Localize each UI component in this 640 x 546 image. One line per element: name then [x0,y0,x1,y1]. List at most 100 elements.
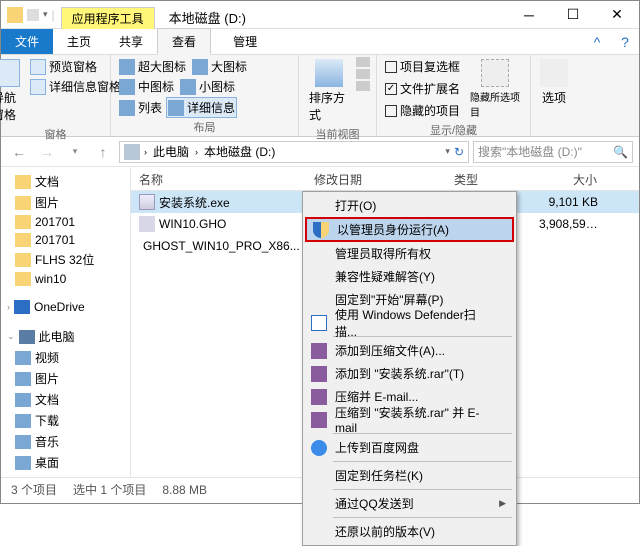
rar-icon [311,412,327,428]
hide-selected-button[interactable]: 隐藏所选项目 [466,57,524,121]
xlarge-icon [119,59,135,75]
tree-item[interactable]: 图片 [1,192,130,213]
layout-list[interactable]: 列表 [117,97,164,118]
address-box[interactable]: › 此电脑 › 本地磁盘 (D:) ▾ ↻ [119,141,469,163]
forward-button[interactable]: → [35,140,59,164]
col-type[interactable]: 类型 [446,167,531,190]
medium-icon [119,79,135,95]
qat-separator: | [52,8,55,22]
add-col-icon[interactable] [356,69,370,79]
tree-item[interactable]: 文档 [1,171,130,192]
ctx-run-as-admin[interactable]: 以管理员身份运行(A) [305,217,514,242]
ctx-pin-taskbar[interactable]: 固定到任务栏(K) [305,464,514,487]
desktop-icon [15,456,31,470]
search-icon[interactable]: 🔍 [613,145,628,159]
layout-medium[interactable]: 中图标 [117,77,176,96]
tree-thispc[interactable]: ⌄此电脑 [1,326,130,347]
tab-share[interactable]: 共享 [105,29,157,54]
gho-icon [139,216,155,232]
pc-icon [19,330,35,344]
chevron-right-icon[interactable]: › [144,147,147,157]
tab-view[interactable]: 查看 [157,28,211,55]
rar-icon [311,389,327,405]
options-button[interactable]: 选项 [536,57,572,108]
collapse-icon[interactable]: ⌄ [7,331,15,342]
back-button[interactable]: ← [7,140,31,164]
ctx-admin-ownership[interactable]: 管理员取得所有权 [305,242,514,265]
video-icon [15,351,31,365]
col-name[interactable]: 名称 [131,167,306,190]
nav-pane-button[interactable]: 导航窗格 [0,57,24,125]
addr-dropdown-icon[interactable]: ▾ [445,146,450,157]
sort-button[interactable]: 排序方式 [305,57,352,125]
search-input[interactable]: 搜索"本地磁盘 (D:)" 🔍 [473,141,633,163]
preview-pane-button[interactable]: 预览窗格 [28,57,123,76]
tree-item[interactable]: 音乐 [1,431,130,452]
options-icon [540,59,568,87]
hide-label: 隐藏所选项目 [470,89,520,119]
tree-item[interactable]: win10 [1,270,130,288]
ctx-troubleshoot[interactable]: 兼容性疑难解答(Y) [305,265,514,288]
download-icon [15,414,31,428]
minimize-button[interactable]: ─ [507,1,551,29]
pics-icon [15,372,31,386]
col-size[interactable]: 大小 [531,167,606,190]
status-size: 8.88 MB [162,483,207,497]
tree-item[interactable]: 下载 [1,410,130,431]
col-date[interactable]: 修改日期 [306,167,446,190]
file-ext-toggle[interactable]: ✓文件扩展名 [383,79,462,98]
recent-dropdown[interactable]: ▾ [63,140,87,164]
large-icon [192,59,208,75]
ctx-rar-email[interactable]: 压缩到 "安装系统.rar" 并 E-mail [305,408,514,431]
layout-large[interactable]: 大图标 [190,57,249,76]
ctx-restore[interactable]: 还原以前的版本(V) [305,520,514,543]
tab-home[interactable]: 主页 [53,29,105,54]
tree-cdrive[interactable]: 本地磁盘 (C:) [1,473,130,477]
checkbox-checked-icon: ✓ [385,83,397,95]
tree-onedrive[interactable]: ›OneDrive [1,298,130,316]
shield-icon [313,222,329,238]
ctx-baidu[interactable]: 上传到百度网盘 [305,436,514,459]
small-icon [180,79,196,95]
group-by-icon[interactable] [356,57,370,67]
layout-xlarge[interactable]: 超大图标 [117,57,188,76]
ctx-add-rar[interactable]: 添加到 "安装系统.rar"(T) [305,362,514,385]
up-button[interactable]: ↑ [91,140,115,164]
breadcrumb-pc[interactable]: 此电脑 [151,143,191,160]
nav-tree[interactable]: 文档 图片 201701 201701 FLHS 32位 win10 ›OneD… [1,167,131,477]
item-checkbox-toggle[interactable]: 项目复选框 [383,57,462,76]
expand-icon[interactable]: › [7,302,10,312]
tab-manage[interactable]: 管理 [219,29,271,54]
ribbon-collapse-icon[interactable]: ? [611,28,639,56]
title-bar: ▾ | 应用程序工具 本地磁盘 (D:) ─ ☐ ✕ [1,1,639,29]
tree-item[interactable]: 视频 [1,347,130,368]
ctx-defender[interactable]: 使用 Windows Defender扫描... [305,311,514,334]
refresh-icon[interactable]: ↻ [454,145,464,159]
disk-icon [15,477,31,478]
list-icon [119,100,135,116]
context-tab-tools[interactable]: 应用程序工具 [61,7,155,29]
qat-dropdown-icon[interactable]: ▾ [43,9,48,20]
tree-item[interactable]: FLHS 32位 [1,249,130,270]
tree-item[interactable]: 图片 [1,368,130,389]
qat-item[interactable] [27,9,39,21]
hidden-items-toggle[interactable]: 隐藏的项目 [383,101,462,120]
breadcrumb-drive[interactable]: 本地磁盘 (D:) [202,143,277,160]
ctx-add-archive[interactable]: 添加到压缩文件(A)... [305,339,514,362]
maximize-button[interactable]: ☐ [551,1,595,29]
layout-group-label: 布局 [194,118,216,135]
layout-details[interactable]: 详细信息 [166,97,237,118]
tree-item[interactable]: 201701 [1,213,130,231]
folder-icon [15,253,31,267]
tree-item[interactable]: 文档 [1,389,130,410]
detail-pane-button[interactable]: 详细信息窗格 [28,77,123,96]
tab-file[interactable]: 文件 [1,29,53,54]
close-button[interactable]: ✕ [595,1,639,29]
layout-small[interactable]: 小图标 [178,77,237,96]
tree-item[interactable]: 桌面 [1,452,130,473]
ribbon-help-icon[interactable]: ^ [583,28,611,56]
chevron-right-icon[interactable]: › [195,147,198,157]
ctx-open[interactable]: 打开(O) [305,194,514,217]
size-col-icon[interactable] [356,81,370,91]
tree-item[interactable]: 201701 [1,231,130,249]
